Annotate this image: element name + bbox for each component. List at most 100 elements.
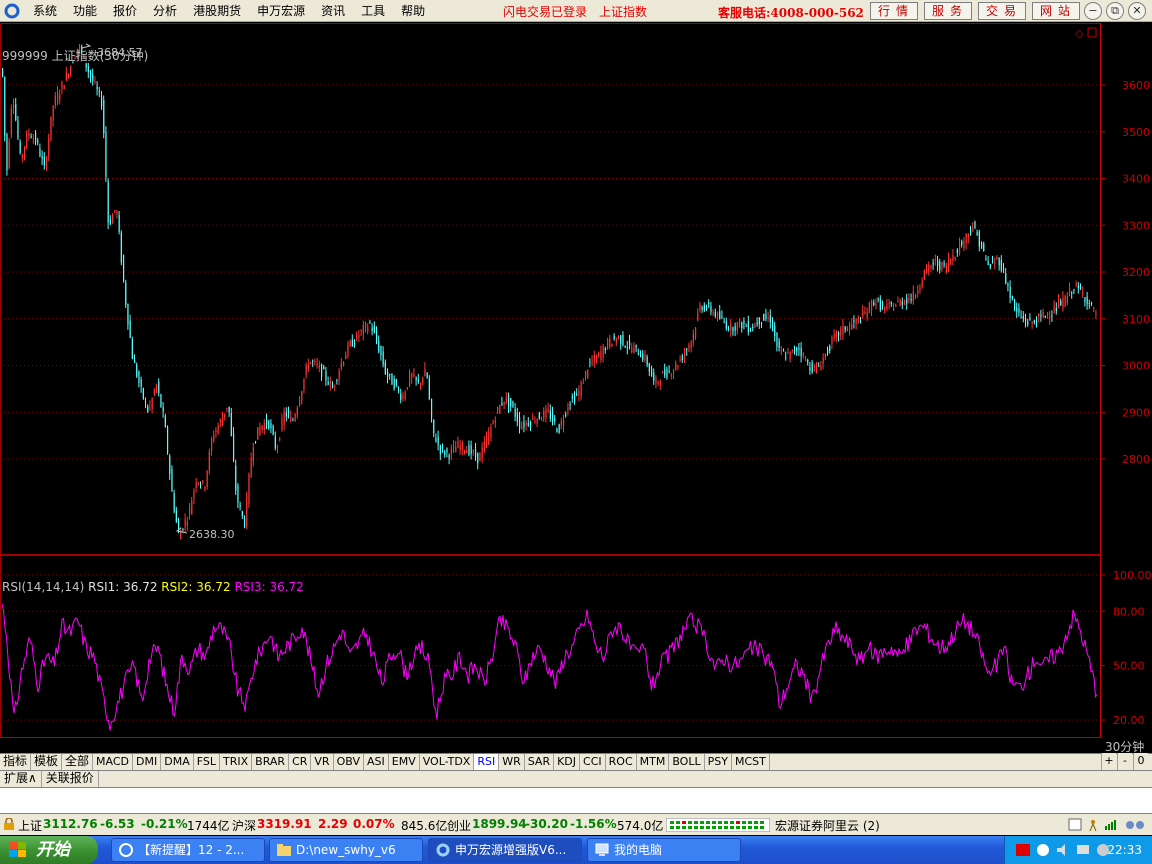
- menu-help[interactable]: 帮助: [393, 1, 433, 21]
- tab-brar[interactable]: BRAR: [252, 754, 290, 770]
- candle-body: [849, 324, 851, 330]
- restore-icon: ⧉: [1111, 4, 1119, 17]
- tab-cci[interactable]: CCI: [580, 754, 606, 770]
- zoom-in-button[interactable]: +: [1101, 753, 1116, 770]
- tab-related-quotes[interactable]: 关联报价: [42, 771, 99, 787]
- tab-indicator[interactable]: 指标: [0, 754, 32, 770]
- tab-asi[interactable]: ASI: [364, 754, 389, 770]
- candle-body: [763, 313, 765, 321]
- candle-body: [890, 302, 892, 305]
- index-status-bar: 上证 3112.76 -6.53 -0.21% 1744亿 沪深 3319.91…: [0, 813, 1152, 835]
- tab-boll[interactable]: BOLL: [669, 754, 705, 770]
- candle-body: [285, 412, 287, 417]
- sh-index-name[interactable]: 上证: [18, 817, 42, 834]
- tab-all[interactable]: 全部: [62, 754, 94, 770]
- tab-extend[interactable]: 扩展∧: [0, 771, 42, 787]
- zoom-out-button[interactable]: -: [1117, 753, 1132, 770]
- menu-analysis[interactable]: 分析: [145, 1, 185, 21]
- trade-button[interactable]: 交易: [978, 2, 1026, 20]
- candle-body: [1027, 321, 1029, 325]
- task-reminder[interactable]: 【新提醒】12 - 2...: [111, 838, 265, 862]
- candle-body: [587, 370, 589, 378]
- diamond-icon[interactable]: ◇: [1075, 27, 1084, 40]
- login-status[interactable]: 闪电交易已登录: [503, 3, 587, 20]
- tray-volume-icon[interactable]: [1055, 842, 1071, 858]
- tab-mcst[interactable]: MCST: [732, 754, 770, 770]
- window-toggle-icon[interactable]: [1087, 27, 1097, 38]
- candle-body: [131, 339, 133, 359]
- server-name[interactable]: 宏源证券阿里云 (2): [775, 817, 880, 834]
- candle-body: [937, 260, 939, 266]
- candle-body: [270, 422, 272, 429]
- menu-quote[interactable]: 报价: [105, 1, 145, 21]
- menu-info[interactable]: 资讯: [313, 1, 353, 21]
- candle-body: [1049, 316, 1051, 319]
- minimize-button[interactable]: −: [1084, 2, 1102, 20]
- reset-button[interactable]: 0: [1133, 753, 1148, 770]
- website-button[interactable]: 网站: [1032, 2, 1080, 20]
- chart-svg[interactable]: 3600 3500 3400 3300 3200 3100 3000 2900 2800 100…: [0, 23, 1152, 738]
- cy-index-name[interactable]: 创业: [447, 817, 471, 834]
- candle-body: [340, 363, 342, 369]
- menu-system[interactable]: 系统: [25, 1, 65, 21]
- candle-body: [450, 448, 452, 454]
- tab-dma[interactable]: DMA: [161, 754, 194, 770]
- close-button[interactable]: ✕: [1128, 2, 1146, 20]
- task-folder[interactable]: D:\new_swhy_v6: [269, 838, 423, 862]
- tab-kdj[interactable]: KDJ: [554, 754, 581, 770]
- tray-antivirus-icon[interactable]: [1015, 842, 1031, 858]
- candle-body: [382, 351, 384, 365]
- tab-vr[interactable]: VR: [311, 754, 334, 770]
- tab-vol-tdx[interactable]: VOL-TDX: [420, 754, 475, 770]
- tab-dmi[interactable]: DMI: [133, 754, 162, 770]
- tab-roc[interactable]: ROC: [606, 754, 637, 770]
- current-index-label[interactable]: 上证指数: [599, 3, 647, 20]
- service-button[interactable]: 服务: [924, 2, 972, 20]
- candle-body: [301, 391, 303, 401]
- tab-obv[interactable]: OBV: [334, 754, 364, 770]
- task-swhy-app[interactable]: 申万宏源增强版V6...: [428, 838, 582, 862]
- tray-network-icon[interactable]: [1075, 842, 1091, 858]
- candle-body: [283, 411, 285, 426]
- candle-body: [230, 412, 232, 436]
- tab-cr[interactable]: CR: [289, 754, 312, 770]
- candle-body: [730, 323, 732, 331]
- restore-button[interactable]: ⧉: [1106, 2, 1124, 20]
- candle-body: [974, 221, 976, 228]
- candle-body: [1080, 287, 1082, 290]
- menu-swhy[interactable]: 申万宏源: [249, 1, 313, 21]
- tab-template[interactable]: 模板: [31, 754, 63, 770]
- candle-body: [888, 303, 890, 305]
- candle-body: [43, 157, 45, 166]
- tab-psy[interactable]: PSY: [705, 754, 732, 770]
- start-button[interactable]: 开始: [0, 836, 98, 864]
- candle-body: [37, 140, 39, 143]
- rsi1-value: RSI1: 36.72: [88, 580, 158, 594]
- tab-fsl[interactable]: FSL: [194, 754, 220, 770]
- candle-body: [358, 335, 360, 337]
- notepad-icon[interactable]: [1068, 818, 1082, 831]
- hs-index-name[interactable]: 沪深: [232, 817, 256, 834]
- tab-trix[interactable]: TRIX: [220, 754, 253, 770]
- menu-tools[interactable]: 工具: [353, 1, 393, 21]
- task-my-computer[interactable]: 我的电脑: [587, 838, 741, 862]
- tab-mtm[interactable]: MTM: [637, 754, 670, 770]
- candle-body: [387, 371, 389, 378]
- broadcast-icon[interactable]: [1086, 817, 1100, 832]
- menu-function[interactable]: 功能: [65, 1, 105, 21]
- candle-body: [734, 326, 736, 331]
- tab-emv[interactable]: EMV: [389, 754, 420, 770]
- candle-body: [706, 308, 708, 310]
- low-price-label: 2638.30: [189, 528, 235, 541]
- tab-rsi[interactable]: RSI: [474, 754, 500, 770]
- tab-macd[interactable]: MACD: [93, 754, 134, 770]
- tray-input-icon[interactable]: [1035, 842, 1051, 858]
- candle-body: [420, 383, 422, 385]
- market-button[interactable]: 行情: [870, 2, 918, 20]
- tab-wr[interactable]: WR: [499, 754, 525, 770]
- tab-sar[interactable]: SAR: [525, 754, 555, 770]
- chart-area[interactable]: 3600 3500 3400 3300 3200 3100 3000 2900 2800 100…: [0, 23, 1152, 738]
- candle-body: [325, 371, 327, 380]
- candle-body: [461, 442, 463, 450]
- menu-hk-futures[interactable]: 港股期货: [185, 1, 249, 21]
